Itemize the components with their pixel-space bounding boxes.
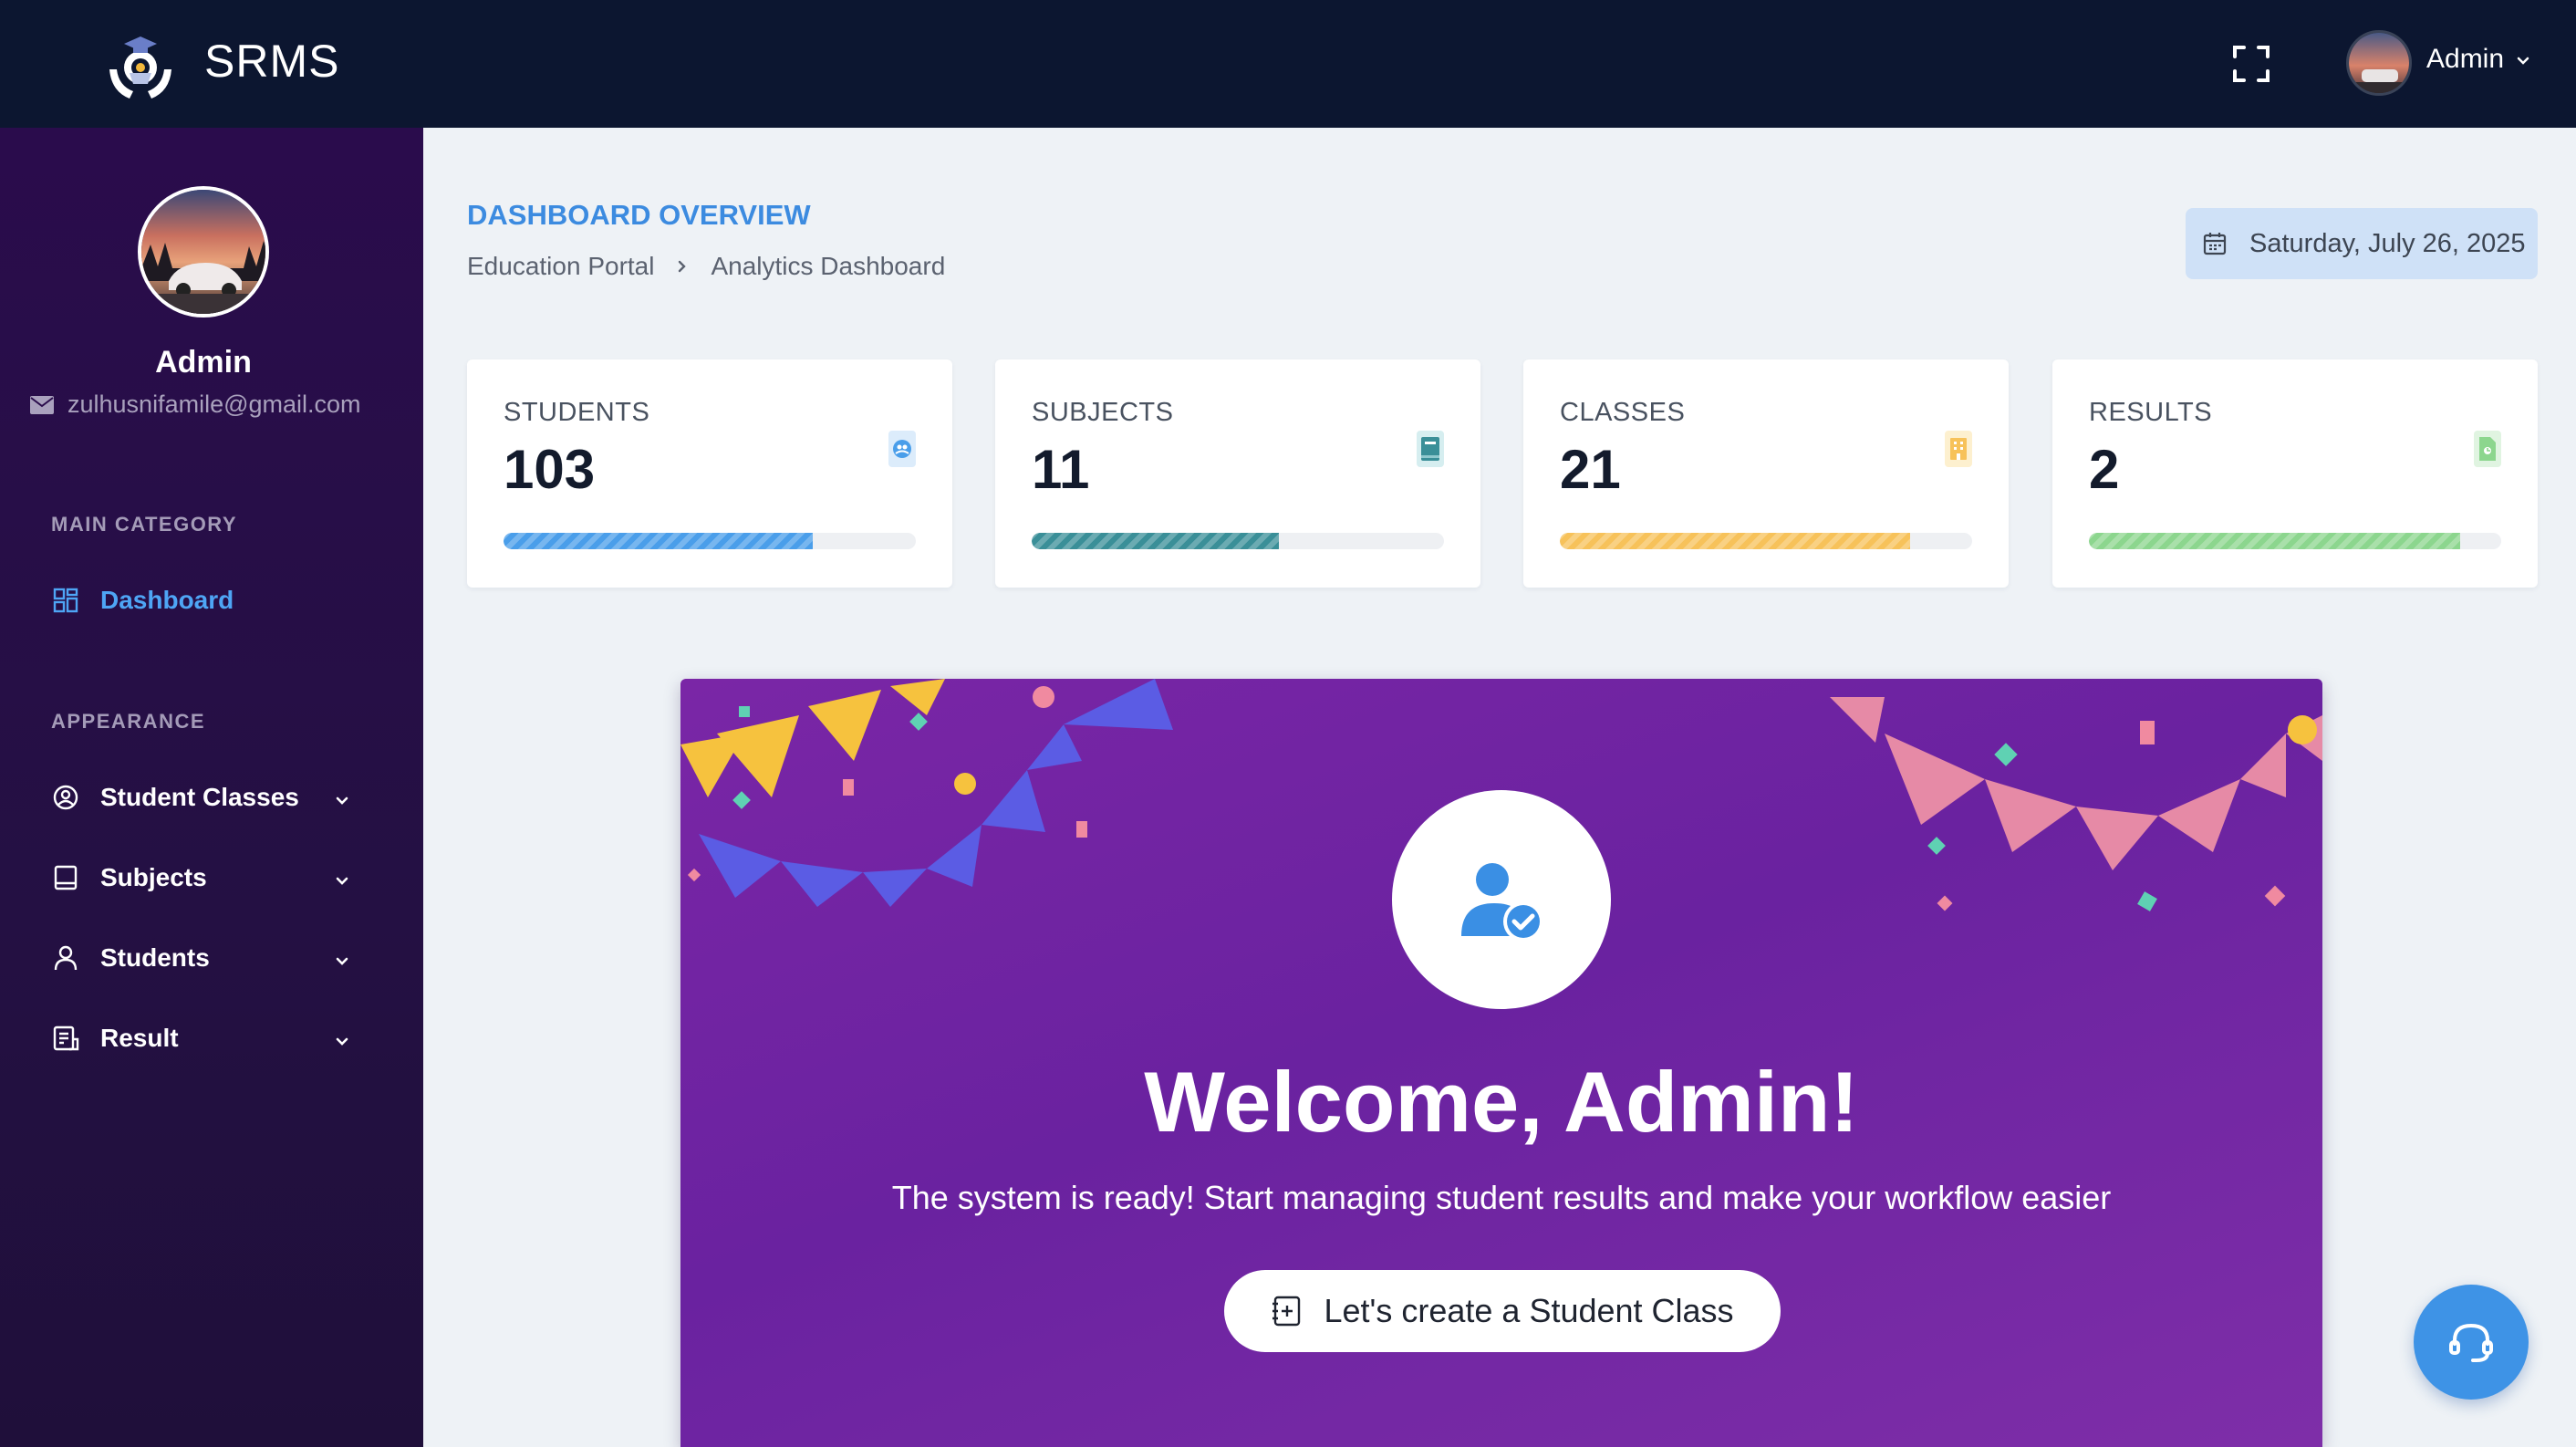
welcome-avatar [1392,790,1611,1009]
stat-progress-fill [2089,533,2460,549]
stat-card-results[interactable]: RESULTS 2 [2052,359,2538,588]
sidebar-avatar[interactable] [138,186,269,318]
sidebar-item-result[interactable]: Result [51,1013,352,1064]
breadcrumb-item[interactable]: Education Portal [467,252,654,281]
section-appearance: APPEARANCE [51,710,206,733]
chevron-down-icon[interactable] [332,787,352,807]
date-text: Saturday, July 26, 2025 [2249,228,2526,258]
stat-progress [1560,533,1972,549]
welcome-banner: Welcome, Admin! The system is ready! Sta… [680,679,2322,1447]
chevron-down-icon[interactable] [332,1028,352,1048]
stat-value: 103 [504,439,596,500]
sidebar-item-subjects[interactable]: Subjects [51,852,352,903]
welcome-subtitle: The system is ready! Start managing stud… [891,1179,2112,1216]
headset-icon [2449,1323,2493,1362]
chevron-right-icon [679,260,687,273]
stat-label: STUDENTS [504,398,650,427]
srms-logo-icon[interactable] [102,27,179,104]
section-main-category: MAIN CATEGORY [51,513,238,536]
create-student-class-label: Let's create a Student Class [1324,1292,1734,1329]
fullscreen-icon[interactable] [2231,44,2271,84]
stat-progress [2089,533,2501,549]
users-icon [888,431,916,467]
app-name[interactable]: SRMS [204,35,339,88]
dashboard-icon [51,586,80,615]
stat-progress-fill [504,533,813,549]
sidebar-item-label: Dashboard [100,586,234,614]
user-check-icon [1461,863,1543,942]
sidebar-item-label: Subjects [100,863,207,891]
sidebar-item-label: Student Classes [100,783,299,811]
topbar-avatar[interactable] [2346,30,2412,96]
add-note-icon [1272,1296,1301,1327]
stat-card-classes[interactable]: CLASSES 21 [1523,359,2009,588]
document-icon [2474,431,2501,467]
top-navbar: SRMS Admin [0,0,2576,128]
report-icon [51,1024,80,1053]
sidebar-item-student-classes[interactable]: Student Classes [51,772,352,823]
stat-value: 11 [1032,439,1090,500]
welcome-title: Welcome, Admin! [1144,1054,1859,1150]
chevron-down-icon[interactable] [332,868,352,888]
stat-progress [1032,533,1444,549]
sidebar: Admin zulhusnifamile@gmail.com MAIN CATE… [0,128,423,1447]
user-circle-icon [51,783,80,812]
stat-label: CLASSES [1560,398,1686,427]
building-icon [1945,431,1972,467]
stat-label: SUBJECTS [1032,398,1174,427]
stat-progress-fill [1560,533,1911,549]
sidebar-item-students[interactable]: Students [51,932,352,984]
stat-card-subjects[interactable]: SUBJECTS 11 [995,359,1480,588]
sidebar-email-text: zulhusnifamile@gmail.com [68,390,361,418]
create-student-class-button[interactable]: Let's create a Student Class [1224,1270,1781,1352]
book-icon [1417,431,1444,467]
breadcrumb-item: Analytics Dashboard [711,252,946,280]
stat-progress-fill [1032,533,1280,549]
topbar-user-name[interactable]: Admin [2426,44,2504,75]
stat-value: 21 [1560,439,1621,500]
support-button[interactable] [2414,1285,2529,1400]
stat-label: RESULTS [2089,398,2213,427]
book-icon [51,863,80,892]
sidebar-user-name: Admin [155,345,252,380]
user-icon [51,943,80,973]
chevron-down-icon[interactable] [332,948,352,968]
stat-card-students[interactable]: STUDENTS 103 [467,359,952,588]
page-title: DASHBOARD OVERVIEW [467,199,811,231]
stat-progress [504,533,916,549]
sidebar-item-label: Students [100,943,210,972]
sidebar-item-dashboard[interactable]: Dashboard [51,575,352,626]
stat-value: 2 [2089,439,2120,500]
sidebar-user-email: zulhusnifamile@gmail.com [29,390,361,419]
calendar-icon [2203,233,2227,255]
chevron-down-icon[interactable] [2514,51,2532,69]
mail-icon [30,395,54,414]
date-display: Saturday, July 26, 2025 [2186,208,2538,279]
breadcrumb: Education Portal Analytics Dashboard [467,252,945,281]
sidebar-item-label: Result [100,1024,179,1052]
